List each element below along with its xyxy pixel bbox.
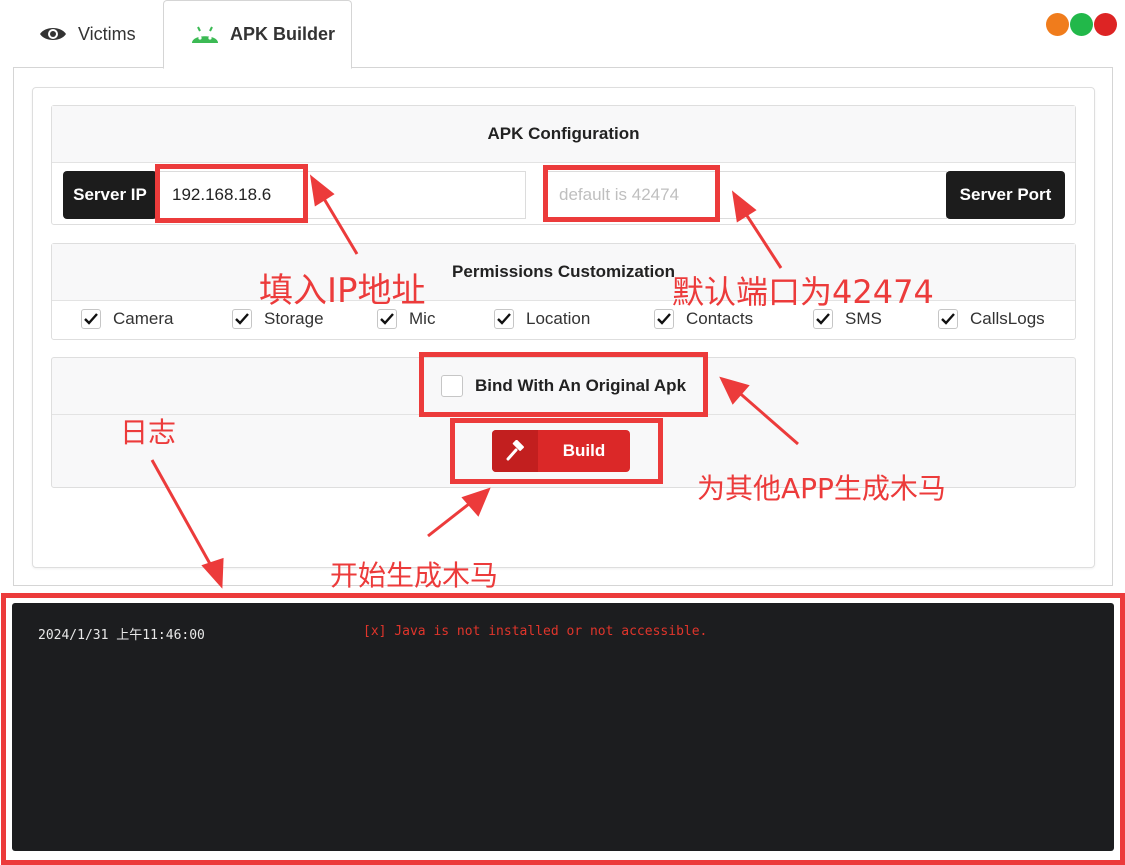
annotation-box-build [450,418,663,484]
checkbox-callslogs[interactable] [938,309,958,329]
checkbox-location[interactable] [494,309,514,329]
apk-builder-window: Victims APK Builder APK Configuration Se… [0,0,1125,865]
permission-label: Camera [113,309,174,328]
apk-configuration-title: APK Configuration [52,106,1075,163]
permission-callslogs[interactable]: CallsLogs [938,309,1045,329]
server-port-label: Server Port [946,171,1065,219]
tab-victims-label: Victims [78,23,136,44]
permission-label: Storage [264,309,324,328]
permission-mic[interactable]: Mic [377,309,435,329]
checkbox-contacts[interactable] [654,309,674,329]
annotation-log: 日志 [120,416,177,449]
permission-label: Mic [409,309,436,328]
annotation-trojan-other-app: 为其他APP生成木马 [697,472,946,505]
annotation-box-log [1,593,1125,865]
tab-victims[interactable]: Victims [0,0,163,68]
android-icon [190,24,220,46]
permission-label: CallsLogs [970,309,1045,328]
close-button[interactable] [1094,13,1117,36]
annotation-start-build: 开始生成木马 [330,559,499,592]
annotation-fill-ip: 填入IP地址 [259,271,426,311]
checkbox-mic[interactable] [377,309,397,329]
checkbox-storage[interactable] [232,309,252,329]
permission-storage[interactable]: Storage [232,309,324,329]
eye-icon [38,23,68,45]
tab-apk-builder[interactable]: APK Builder [163,0,352,69]
annotation-box-server-port [543,165,720,222]
annotation-box-server-ip [155,164,308,223]
minimize-button[interactable] [1046,13,1069,36]
maximize-button[interactable] [1070,13,1093,36]
permission-camera[interactable]: Camera [81,309,173,329]
window-controls [1046,13,1117,36]
annotation-default-port: 默认端口为42474 [672,273,934,311]
permission-location[interactable]: Location [494,309,590,329]
server-ip-label: Server IP [63,171,157,219]
annotation-box-bind-apk [419,352,708,417]
checkbox-camera[interactable] [81,309,101,329]
permission-label: Location [526,309,591,328]
tab-apk-builder-label: APK Builder [230,24,336,44]
apk-builder-panel: APK Configuration Server IP Server Port … [13,67,1113,586]
